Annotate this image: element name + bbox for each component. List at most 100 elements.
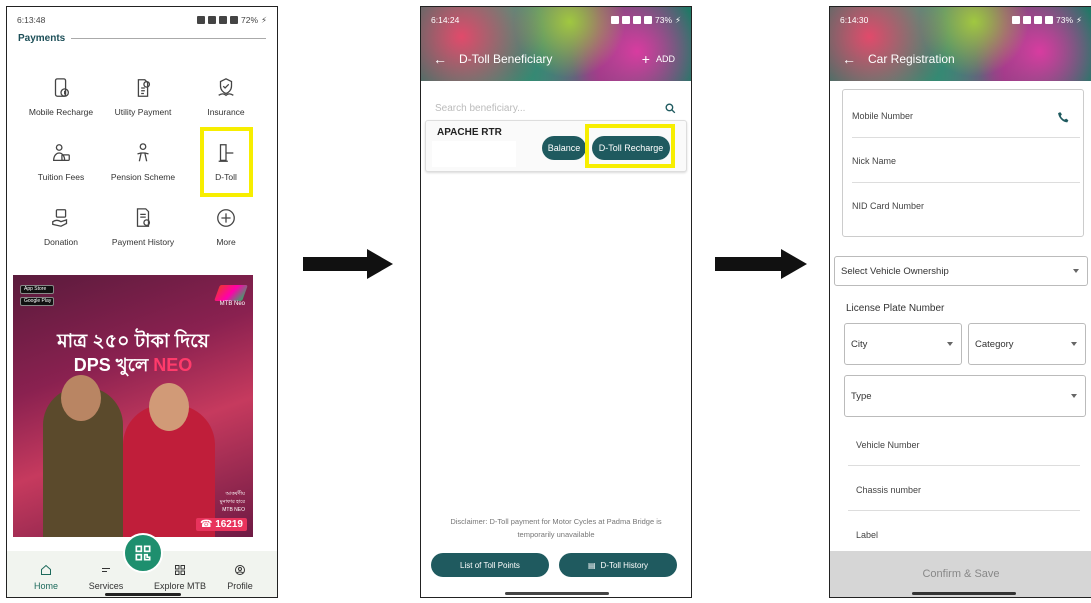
status-bar: 6:13:48 72% ⚡ — [7, 7, 277, 33]
battery-level: 73% — [1056, 15, 1074, 25]
type-select[interactable]: Type — [844, 375, 1086, 417]
pension-scheme-icon — [132, 142, 154, 164]
nav-services[interactable]: Services — [77, 564, 135, 591]
banner-subheadline: DPS খুলে NEO — [73, 355, 193, 375]
status-bar: 6:14:30 73% ⚡ — [830, 7, 1091, 33]
add-beneficiary-button[interactable]: + ADD — [642, 51, 675, 67]
beneficiary-name: APACHE RTR — [437, 127, 502, 138]
nav-explore-mtb[interactable]: Explore MTB — [151, 564, 209, 591]
gesture-bar — [912, 592, 1016, 595]
phone-screen-car-registration: 6:14:30 73% ⚡ ← Car Registration Mobile … — [829, 6, 1091, 598]
gesture-bar — [105, 593, 181, 596]
city-select[interactable]: City — [844, 323, 962, 365]
step-arrow-2 — [715, 249, 807, 279]
vehicle-number-field[interactable]: Vehicle Number — [856, 440, 1072, 450]
status-bar: 6:14:24 73% ⚡ — [421, 7, 691, 33]
d-toll-history-button[interactable]: ▤ D-Toll History — [559, 553, 677, 577]
back-arrow-icon[interactable]: ← — [433, 51, 447, 67]
confirm-save-button[interactable]: Confirm & Save — [830, 551, 1091, 597]
status-time: 6:13:48 — [17, 15, 46, 25]
history-doc-icon: ▤ — [587, 560, 596, 570]
profile-icon — [234, 564, 246, 576]
toll-points-button[interactable]: List of Toll Points — [431, 553, 549, 577]
chevron-down-icon — [1071, 342, 1077, 346]
gesture-bar — [505, 592, 609, 595]
signal-icon — [644, 16, 653, 24]
signal-icon — [230, 16, 239, 24]
nfc-icon — [1012, 16, 1021, 24]
qr-scan-button[interactable] — [123, 533, 163, 573]
battery-level: 73% — [655, 15, 673, 25]
qr-code-icon — [135, 545, 151, 561]
battery-charging-icon: ⚡ — [261, 14, 267, 25]
payment-history-button[interactable]: Payment History — [98, 207, 188, 247]
section-title: Payments — [18, 33, 66, 44]
status-time: 6:14:30 — [840, 15, 869, 25]
mobile-recharge-button[interactable]: Mobile Recharge — [16, 77, 106, 117]
section-divider — [71, 38, 266, 39]
plus-icon: + — [641, 51, 650, 67]
battery-charging-icon: ⚡ — [675, 14, 681, 25]
banner-person-woman-head — [149, 383, 189, 431]
disclaimer-text: Disclaimer: D-Toll payment for Motor Cyc… — [450, 517, 662, 539]
utility-payment-button[interactable]: Utility Payment — [98, 77, 188, 117]
status-time: 6:14:24 — [431, 15, 460, 25]
d-toll-highlight-box — [200, 127, 253, 197]
battery-level: 72% — [241, 15, 259, 25]
step-arrow-1 — [303, 249, 393, 279]
mobile-number-field[interactable]: Mobile Number — [852, 111, 1072, 121]
nid-card-field[interactable]: NID Card Number — [852, 201, 1072, 211]
donation-button[interactable]: Donation — [16, 207, 106, 247]
mtb-neo-logo — [214, 285, 248, 301]
nav-home[interactable]: Home — [17, 564, 75, 591]
page-title: D-Toll Beneficiary — [459, 52, 553, 66]
pension-scheme-button[interactable]: Pension Scheme — [98, 142, 188, 182]
chevron-down-icon — [947, 342, 953, 346]
category-select[interactable]: Category — [968, 323, 1086, 365]
chassis-number-field[interactable]: Chassis number — [856, 485, 1072, 495]
redacted-area — [432, 141, 516, 167]
nav-profile[interactable]: Profile — [211, 564, 269, 591]
plus-circle-icon — [215, 207, 237, 229]
tuition-fees-icon — [50, 142, 72, 164]
banner-hotline: ☎ 16219 — [195, 518, 247, 531]
app-store-badge: App Store — [20, 285, 54, 294]
mobile-recharge-icon — [50, 77, 72, 99]
explore-icon — [174, 564, 186, 576]
phone-screen-payments: 6:13:48 72% ⚡ Payments Mobile Recharge U… — [6, 6, 278, 598]
search-input[interactable]: Search beneficiary... — [435, 103, 525, 114]
insurance-button[interactable]: Insurance — [181, 77, 271, 117]
nfc-icon — [197, 16, 206, 24]
back-arrow-icon[interactable]: ← — [842, 51, 856, 67]
insurance-icon — [215, 77, 237, 99]
utility-payment-icon — [132, 77, 154, 99]
chevron-down-icon — [1071, 394, 1077, 398]
home-icon — [40, 564, 52, 576]
label-field[interactable]: Label — [856, 530, 1072, 540]
signal-icon — [1045, 16, 1054, 24]
vehicle-ownership-select[interactable]: Select Vehicle Ownership — [834, 256, 1088, 286]
toolbar: ← Car Registration — [842, 51, 1080, 67]
more-button[interactable]: More — [181, 207, 271, 247]
page-title: Car Registration — [868, 52, 955, 66]
promo-banner[interactable]: App Store Google Play MTB Neo মাত্র ২৫০ … — [13, 275, 253, 537]
recharge-highlight-box — [585, 124, 675, 168]
battery-charging-icon: ⚡ — [1076, 14, 1082, 25]
vibrate-icon — [1023, 16, 1032, 24]
license-plate-label: License Plate Number — [846, 303, 945, 314]
search-bar[interactable]: Search beneficiary... — [435, 97, 677, 119]
nick-name-field[interactable]: Nick Name — [852, 156, 1072, 166]
phone-icon[interactable] — [1057, 111, 1070, 124]
search-icon[interactable] — [664, 102, 677, 115]
wifi-icon — [1034, 16, 1043, 24]
donation-icon — [50, 207, 72, 229]
banner-person-man-head — [61, 375, 101, 421]
banner-offer-text: আকর্ষণীয় মুনাফার হারে MTB NEO — [219, 491, 245, 513]
tuition-fees-button[interactable]: Tuition Fees — [16, 142, 106, 182]
header-banner: 6:14:24 73% ⚡ ← D-Toll Beneficiary + ADD — [421, 7, 691, 81]
balance-button[interactable]: Balance — [542, 136, 586, 160]
services-icon — [100, 564, 112, 576]
vibrate-icon — [208, 16, 217, 24]
payment-history-icon — [132, 207, 154, 229]
tutorial-stage: 6:13:48 72% ⚡ Payments Mobile Recharge U… — [0, 0, 1091, 603]
